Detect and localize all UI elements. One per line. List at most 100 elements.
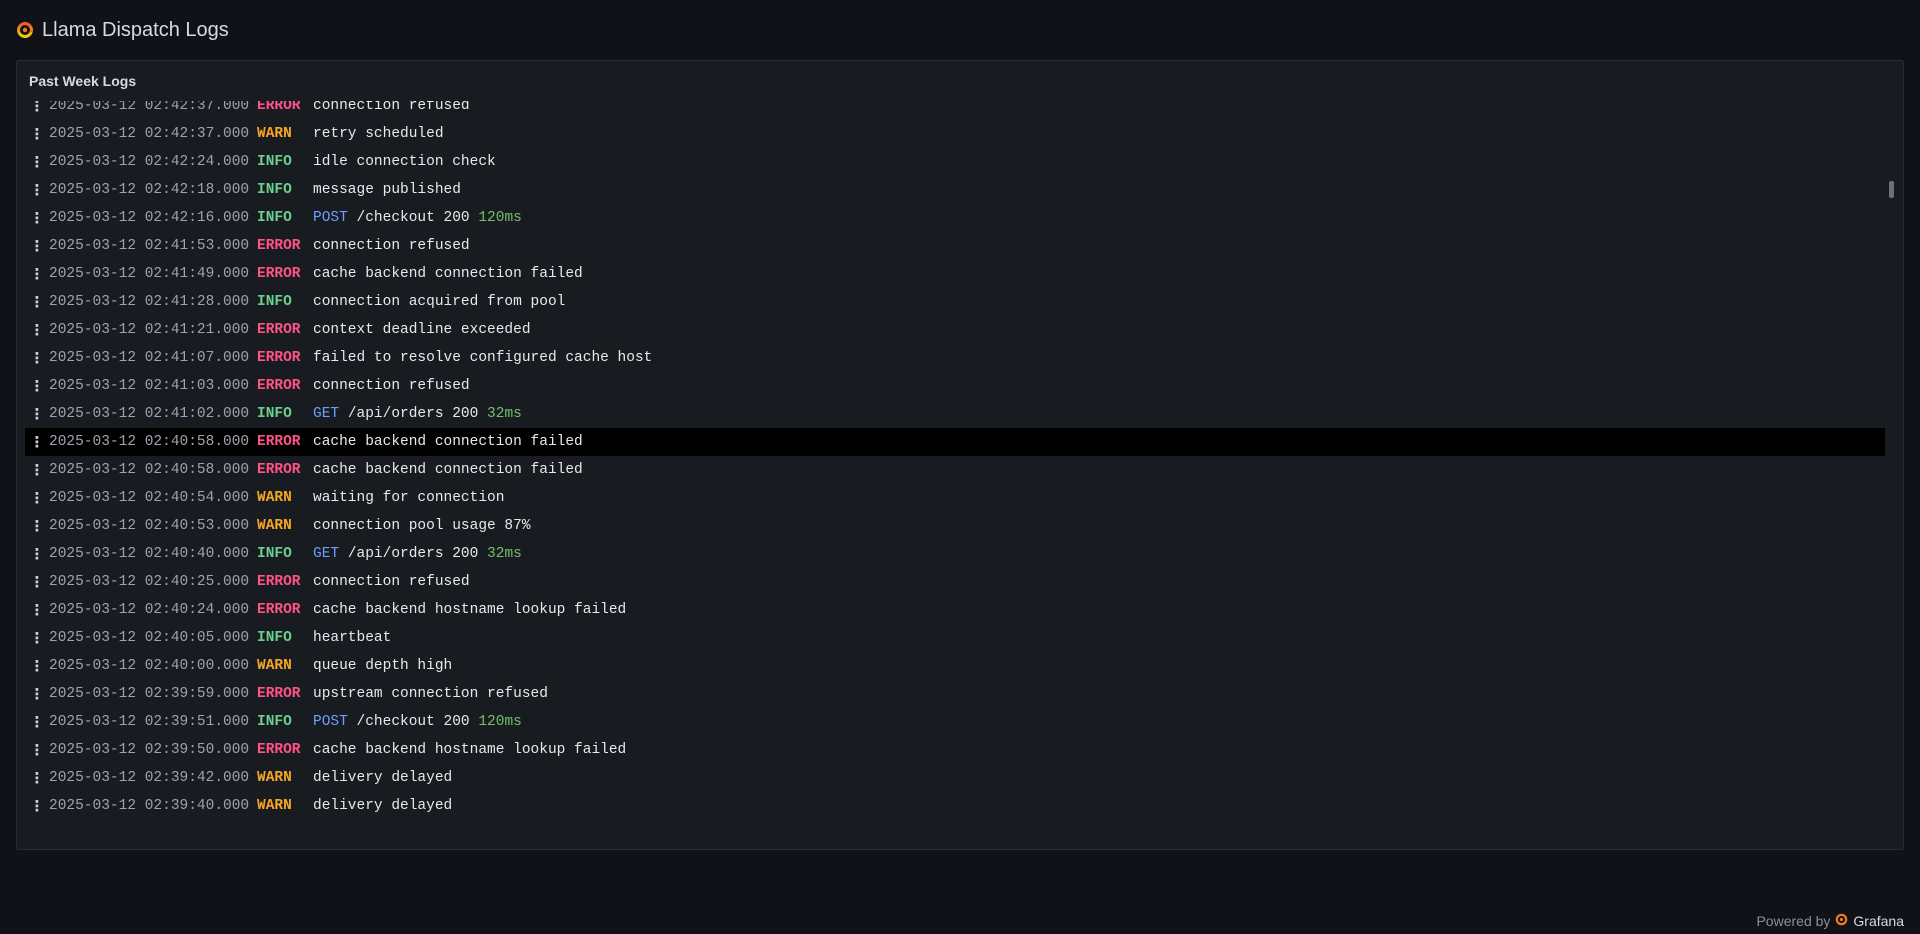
row-menu-icon[interactable]: ⋮ — [25, 321, 49, 339]
log-row[interactable]: ⋮ 2025-03-12 02:39:51.000 INFO POST /checko… — [25, 708, 1885, 736]
log-timestamp: 2025-03-12 02:40:54.000 — [49, 490, 250, 506]
row-menu-icon[interactable]: ⋮ — [25, 293, 49, 311]
app-title: Llama Dispatch Logs — [42, 18, 229, 41]
row-menu-icon[interactable]: ⋮ — [25, 713, 49, 731]
row-menu-icon[interactable]: ⋮ — [25, 125, 49, 143]
request-path: /api/orders 200 — [347, 406, 479, 422]
row-menu-icon[interactable]: ⋮ — [25, 181, 49, 199]
log-timestamp: 2025-03-12 02:41:53.000 — [49, 238, 250, 254]
log-row[interactable]: ⋮ 2025-03-12 02:40:53.000 WARN connection p… — [25, 512, 1885, 540]
log-level: ERROR — [257, 266, 301, 282]
row-menu-icon[interactable]: ⋮ — [25, 769, 49, 787]
row-menu-icon[interactable]: ⋮ — [25, 517, 49, 535]
row-menu-icon[interactable]: ⋮ — [25, 741, 49, 759]
log-level: ERROR — [257, 434, 301, 450]
http-method: POST — [313, 210, 348, 226]
grafana-brand-label[interactable]: Grafana — [1853, 913, 1904, 929]
log-row[interactable]: ⋮ 2025-03-12 02:40:58.000 ERROR cache backe… — [25, 428, 1885, 456]
log-level: WARN — [257, 490, 292, 506]
log-row[interactable]: ⋮ 2025-03-12 02:42:37.000 ERROR connection … — [25, 101, 1885, 120]
log-level: INFO — [257, 630, 292, 646]
log-viewport[interactable]: ⋮ 2025-03-12 02:42:37.000 ERROR connection … — [25, 101, 1885, 843]
log-row[interactable]: ⋮ 2025-03-12 02:39:42.000 WARN delivery del… — [25, 764, 1885, 792]
log-list: ⋮ 2025-03-12 02:42:37.000 ERROR connection … — [25, 101, 1885, 820]
log-timestamp: 2025-03-12 02:41:03.000 — [49, 378, 250, 394]
scrollbar-thumb[interactable] — [1889, 181, 1894, 198]
log-level: INFO — [257, 210, 292, 226]
log-message: POST /checkout 200 120ms — [313, 210, 522, 226]
row-menu-icon[interactable]: ⋮ — [25, 573, 49, 591]
log-row[interactable]: ⋮ 2025-03-12 02:41:49.000 ERROR cache backe… — [25, 260, 1885, 288]
log-message: failed to resolve configured cache host — [313, 350, 653, 366]
request-path: /checkout 200 — [356, 210, 470, 226]
log-timestamp: 2025-03-12 02:39:59.000 — [49, 686, 250, 702]
log-row[interactable]: ⋮ 2025-03-12 02:41:07.000 ERROR failed to r… — [25, 344, 1885, 372]
log-row[interactable]: ⋮ 2025-03-12 02:42:18.000 INFO message publ… — [25, 176, 1885, 204]
log-row[interactable]: ⋮ 2025-03-12 02:40:05.000 INFO heartbeat — [25, 624, 1885, 652]
row-menu-icon[interactable]: ⋮ — [25, 489, 49, 507]
log-row[interactable]: ⋮ 2025-03-12 02:40:40.000 INFO GET /api/ord… — [25, 540, 1885, 568]
log-timestamp: 2025-03-12 02:40:00.000 — [49, 658, 250, 674]
request-duration: 120ms — [478, 714, 522, 730]
log-message: POST /checkout 200 120ms — [313, 714, 522, 730]
row-menu-icon[interactable]: ⋮ — [25, 545, 49, 563]
log-row[interactable]: ⋮ 2025-03-12 02:40:58.000 ERROR cache backe… — [25, 456, 1885, 484]
footer: Powered by Grafana — [1756, 913, 1904, 929]
log-timestamp: 2025-03-12 02:41:49.000 — [49, 266, 250, 282]
row-menu-icon[interactable]: ⋮ — [25, 461, 49, 479]
log-row[interactable]: ⋮ 2025-03-12 02:42:37.000 WARN retry schedu… — [25, 120, 1885, 148]
panel-title: Past Week Logs — [29, 73, 137, 89]
log-message: GET /api/orders 200 32ms — [313, 406, 522, 422]
log-level: INFO — [257, 294, 292, 310]
log-level: INFO — [257, 182, 292, 198]
log-timestamp: 2025-03-12 02:42:24.000 — [49, 154, 250, 170]
log-message: cache backend connection failed — [313, 266, 583, 282]
row-menu-icon[interactable]: ⋮ — [25, 349, 49, 367]
log-message: connection pool usage 87% — [313, 518, 531, 534]
row-menu-icon[interactable]: ⋮ — [25, 797, 49, 815]
log-row[interactable]: ⋮ 2025-03-12 02:39:59.000 ERROR upstream co… — [25, 680, 1885, 708]
log-timestamp: 2025-03-12 02:41:21.000 — [49, 322, 250, 338]
row-menu-icon[interactable]: ⋮ — [25, 153, 49, 171]
log-level: ERROR — [257, 742, 301, 758]
log-row[interactable]: ⋮ 2025-03-12 02:39:40.000 WARN delivery del… — [25, 792, 1885, 820]
row-menu-icon[interactable]: ⋮ — [25, 685, 49, 703]
row-menu-icon[interactable]: ⋮ — [25, 101, 49, 115]
log-level: ERROR — [257, 350, 301, 366]
grafana-logo-icon — [1835, 913, 1848, 929]
log-timestamp: 2025-03-12 02:41:07.000 — [49, 350, 250, 366]
log-row[interactable]: ⋮ 2025-03-12 02:41:28.000 INFO connection a… — [25, 288, 1885, 316]
log-row[interactable]: ⋮ 2025-03-12 02:40:25.000 ERROR connection … — [25, 568, 1885, 596]
log-row[interactable]: ⋮ 2025-03-12 02:41:53.000 ERROR connection … — [25, 232, 1885, 260]
log-level: ERROR — [257, 322, 301, 338]
log-row[interactable]: ⋮ 2025-03-12 02:42:24.000 INFO idle connect… — [25, 148, 1885, 176]
log-row[interactable]: ⋮ 2025-03-12 02:39:50.000 ERROR cache backe… — [25, 736, 1885, 764]
request-duration: 120ms — [478, 210, 522, 226]
log-row[interactable]: ⋮ 2025-03-12 02:41:21.000 ERROR context dea… — [25, 316, 1885, 344]
log-message: waiting for connection — [313, 490, 505, 506]
row-menu-icon[interactable]: ⋮ — [25, 265, 49, 283]
log-row[interactable]: ⋮ 2025-03-12 02:40:24.000 ERROR cache backe… — [25, 596, 1885, 624]
request-duration: 32ms — [487, 546, 522, 562]
log-row[interactable]: ⋮ 2025-03-12 02:40:54.000 WARN waiting for … — [25, 484, 1885, 512]
request-path: /checkout 200 — [356, 714, 470, 730]
log-timestamp: 2025-03-12 02:40:25.000 — [49, 574, 250, 590]
row-menu-icon[interactable]: ⋮ — [25, 377, 49, 395]
log-message: cache backend connection failed — [313, 462, 583, 478]
log-message: retry scheduled — [313, 126, 444, 142]
row-menu-icon[interactable]: ⋮ — [25, 629, 49, 647]
row-menu-icon[interactable]: ⋮ — [25, 433, 49, 451]
log-row[interactable]: ⋮ 2025-03-12 02:41:03.000 ERROR connection … — [25, 372, 1885, 400]
log-row[interactable]: ⋮ 2025-03-12 02:42:16.000 INFO POST /checko… — [25, 204, 1885, 232]
log-row[interactable]: ⋮ 2025-03-12 02:41:02.000 INFO GET /api/ord… — [25, 400, 1885, 428]
log-timestamp: 2025-03-12 02:39:40.000 — [49, 798, 250, 814]
log-message: GET /api/orders 200 32ms — [313, 546, 522, 562]
log-level: WARN — [257, 658, 292, 674]
row-menu-icon[interactable]: ⋮ — [25, 601, 49, 619]
row-menu-icon[interactable]: ⋮ — [25, 237, 49, 255]
row-menu-icon[interactable]: ⋮ — [25, 209, 49, 227]
row-menu-icon[interactable]: ⋮ — [25, 405, 49, 423]
http-method: GET — [313, 406, 340, 422]
row-menu-icon[interactable]: ⋮ — [25, 657, 49, 675]
log-row[interactable]: ⋮ 2025-03-12 02:40:00.000 WARN queue depth … — [25, 652, 1885, 680]
